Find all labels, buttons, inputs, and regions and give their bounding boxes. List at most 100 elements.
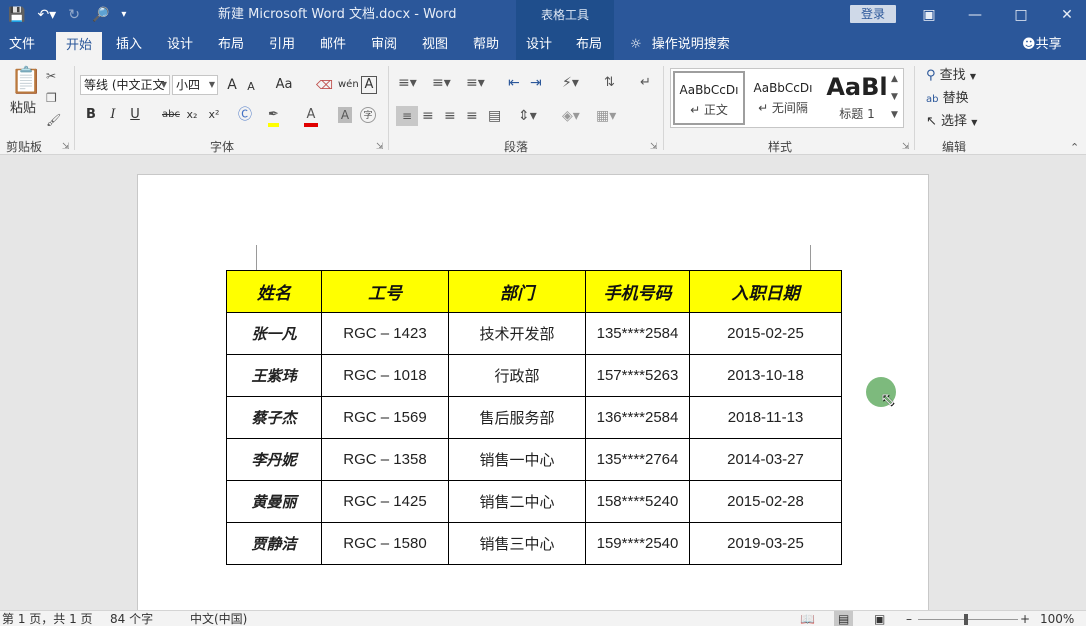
cell-name[interactable]: 贾静洁	[226, 522, 322, 565]
close-icon[interactable]: ✕	[1052, 0, 1082, 30]
style-no-spacing[interactable]: AaBbCcDı ↵ 无间隔	[747, 71, 819, 125]
word-count[interactable]: 84 个字	[110, 611, 153, 626]
customize-qat-icon[interactable]: ▾	[121, 0, 126, 30]
page-count[interactable]: 第 1 页，共 1 页	[2, 611, 93, 626]
cell-hire-date[interactable]: 2013-10-18	[689, 354, 842, 397]
save-icon[interactable]: 💾	[8, 0, 25, 30]
replace-button[interactable]: ab 替换	[926, 90, 969, 109]
clipboard-launcher-icon[interactable]: ⇲	[62, 142, 70, 152]
cell-phone[interactable]: 135****2764	[585, 438, 690, 481]
tab-view[interactable]: 视图	[412, 30, 458, 60]
tab-design[interactable]: 设计	[157, 30, 203, 60]
share-button[interactable]: ☻共享	[1022, 30, 1062, 60]
cell-department[interactable]: 技术开发部	[448, 312, 586, 355]
bullets-icon[interactable]: ≡▾	[398, 75, 417, 91]
clear-format-icon[interactable]: ⌫	[316, 77, 333, 93]
undo-icon[interactable]: ↶▾	[37, 0, 56, 30]
superscript-button[interactable]: x²	[206, 106, 222, 124]
tab-help[interactable]: 帮助	[463, 30, 509, 60]
decrease-indent-icon[interactable]: ⇤	[508, 75, 520, 91]
align-center-icon[interactable]: ≡	[422, 108, 434, 124]
cell-employee-id[interactable]: RGC – 1569	[321, 396, 449, 439]
cell-employee-id[interactable]: RGC – 1580	[321, 522, 449, 565]
tab-references[interactable]: 引用	[259, 30, 305, 60]
style-normal[interactable]: AaBbCcDı ↵ 正文	[673, 71, 745, 125]
cell-name[interactable]: 黄曼丽	[226, 480, 322, 523]
header-name[interactable]: 姓名	[226, 270, 322, 313]
zoom-in-icon[interactable]: +	[1020, 611, 1030, 626]
align-left-icon[interactable]: ≡	[396, 106, 418, 126]
cell-hire-date[interactable]: 2015-02-25	[689, 312, 842, 355]
maximize-icon[interactable]: □	[1006, 0, 1036, 30]
zoom-out-icon[interactable]: –	[906, 611, 912, 626]
cell-name[interactable]: 张一凡	[226, 312, 322, 355]
shading-icon[interactable]: ◈▾	[562, 108, 580, 124]
tab-insert[interactable]: 插入	[106, 30, 152, 60]
borders-icon[interactable]: ▦▾	[596, 108, 616, 124]
cell-employee-id[interactable]: RGC – 1018	[321, 354, 449, 397]
cell-phone[interactable]: 159****2540	[585, 522, 690, 565]
numbering-icon[interactable]: ≡▾	[432, 75, 451, 91]
cell-phone[interactable]: 158****5240	[585, 480, 690, 523]
highlight-icon[interactable]: ✒	[268, 107, 279, 127]
paragraph-launcher-icon[interactable]: ⇲	[650, 142, 658, 152]
paste-button[interactable]: 粘贴	[8, 100, 38, 118]
font-name-combo[interactable]: 等线 (中文正文 ▼	[80, 75, 170, 95]
zoom-slider-track[interactable]	[918, 619, 1018, 620]
cell-department[interactable]: 销售一中心	[448, 438, 586, 481]
shrink-font-button[interactable]: A	[244, 78, 258, 96]
header-department[interactable]: 部门	[448, 270, 586, 313]
language-indicator[interactable]: 中文(中国)	[190, 611, 247, 626]
tab-table-layout[interactable]: 布局	[566, 30, 612, 60]
web-layout-icon[interactable]: ▣	[874, 611, 885, 626]
multilevel-list-icon[interactable]: ≡▾	[466, 75, 485, 91]
cell-department[interactable]: 销售三中心	[448, 522, 586, 565]
font-color-icon[interactable]: A	[304, 107, 318, 127]
ribbon-display-icon[interactable]: ▣	[914, 0, 944, 30]
increase-indent-icon[interactable]: ⇥	[530, 75, 542, 91]
tab-home[interactable]: 开始	[56, 32, 102, 60]
select-button[interactable]: ↖ 选择 ▼	[926, 113, 977, 132]
cell-hire-date[interactable]: 2018-11-13	[689, 396, 842, 439]
print-layout-icon[interactable]: ▤	[834, 611, 854, 626]
font-size-combo[interactable]: 小四 ▼	[172, 75, 218, 95]
styles-launcher-icon[interactable]: ⇲	[902, 142, 910, 152]
chinese-layout-icon[interactable]: ⚡▾	[562, 75, 579, 91]
document-page[interactable]: 姓名 工号 部门 手机号码 入职日期 张一凡 RGC – 1423 技术开发部 …	[137, 174, 929, 610]
redo-icon[interactable]: ↻	[68, 0, 80, 30]
grow-font-button[interactable]: A	[224, 76, 240, 94]
cell-hire-date[interactable]: 2014-03-27	[689, 438, 842, 481]
cell-phone[interactable]: 157****5263	[585, 354, 690, 397]
cell-department[interactable]: 销售二中心	[448, 480, 586, 523]
styles-scroll-up-icon[interactable]: ▲	[891, 71, 898, 87]
tab-review[interactable]: 审阅	[361, 30, 407, 60]
styles-scroll-down-icon[interactable]: ▼	[891, 89, 898, 105]
paste-icon[interactable]: 📋	[10, 66, 42, 96]
cell-phone[interactable]: 136****2584	[585, 396, 690, 439]
sort-icon[interactable]: ⇅	[604, 75, 615, 91]
cell-employee-id[interactable]: RGC – 1425	[321, 480, 449, 523]
cell-name[interactable]: 蔡子杰	[226, 396, 322, 439]
align-right-icon[interactable]: ≡	[444, 108, 456, 124]
zoom-slider-thumb[interactable]	[964, 614, 968, 625]
tell-me-search[interactable]: ☼ 操作说明搜索	[630, 30, 730, 60]
style-heading-1[interactable]: AaBl 标题 1	[821, 71, 893, 125]
strikethrough-button[interactable]: abc	[160, 106, 182, 124]
copy-icon[interactable]: ❐	[46, 90, 57, 106]
tab-table-design[interactable]: 设计	[516, 30, 562, 60]
font-launcher-icon[interactable]: ⇲	[376, 142, 384, 152]
line-spacing-icon[interactable]: ⇕▾	[518, 108, 537, 124]
cell-department[interactable]: 售后服务部	[448, 396, 586, 439]
cell-employee-id[interactable]: RGC – 1423	[321, 312, 449, 355]
underline-button[interactable]: U	[128, 106, 142, 124]
header-employee-id[interactable]: 工号	[321, 270, 449, 313]
tab-mailings[interactable]: 邮件	[310, 30, 356, 60]
tab-file[interactable]: 文件	[0, 30, 44, 60]
show-marks-icon[interactable]: ↵	[640, 75, 651, 91]
document-area[interactable]: 姓名 工号 部门 手机号码 入职日期 张一凡 RGC – 1423 技术开发部 …	[0, 156, 1086, 610]
cell-name[interactable]: 李丹妮	[226, 438, 322, 481]
bold-button[interactable]: B	[84, 106, 98, 124]
italic-button[interactable]: I	[106, 106, 120, 124]
tab-layout[interactable]: 布局	[208, 30, 254, 60]
change-case-button[interactable]: Aa	[272, 76, 296, 94]
